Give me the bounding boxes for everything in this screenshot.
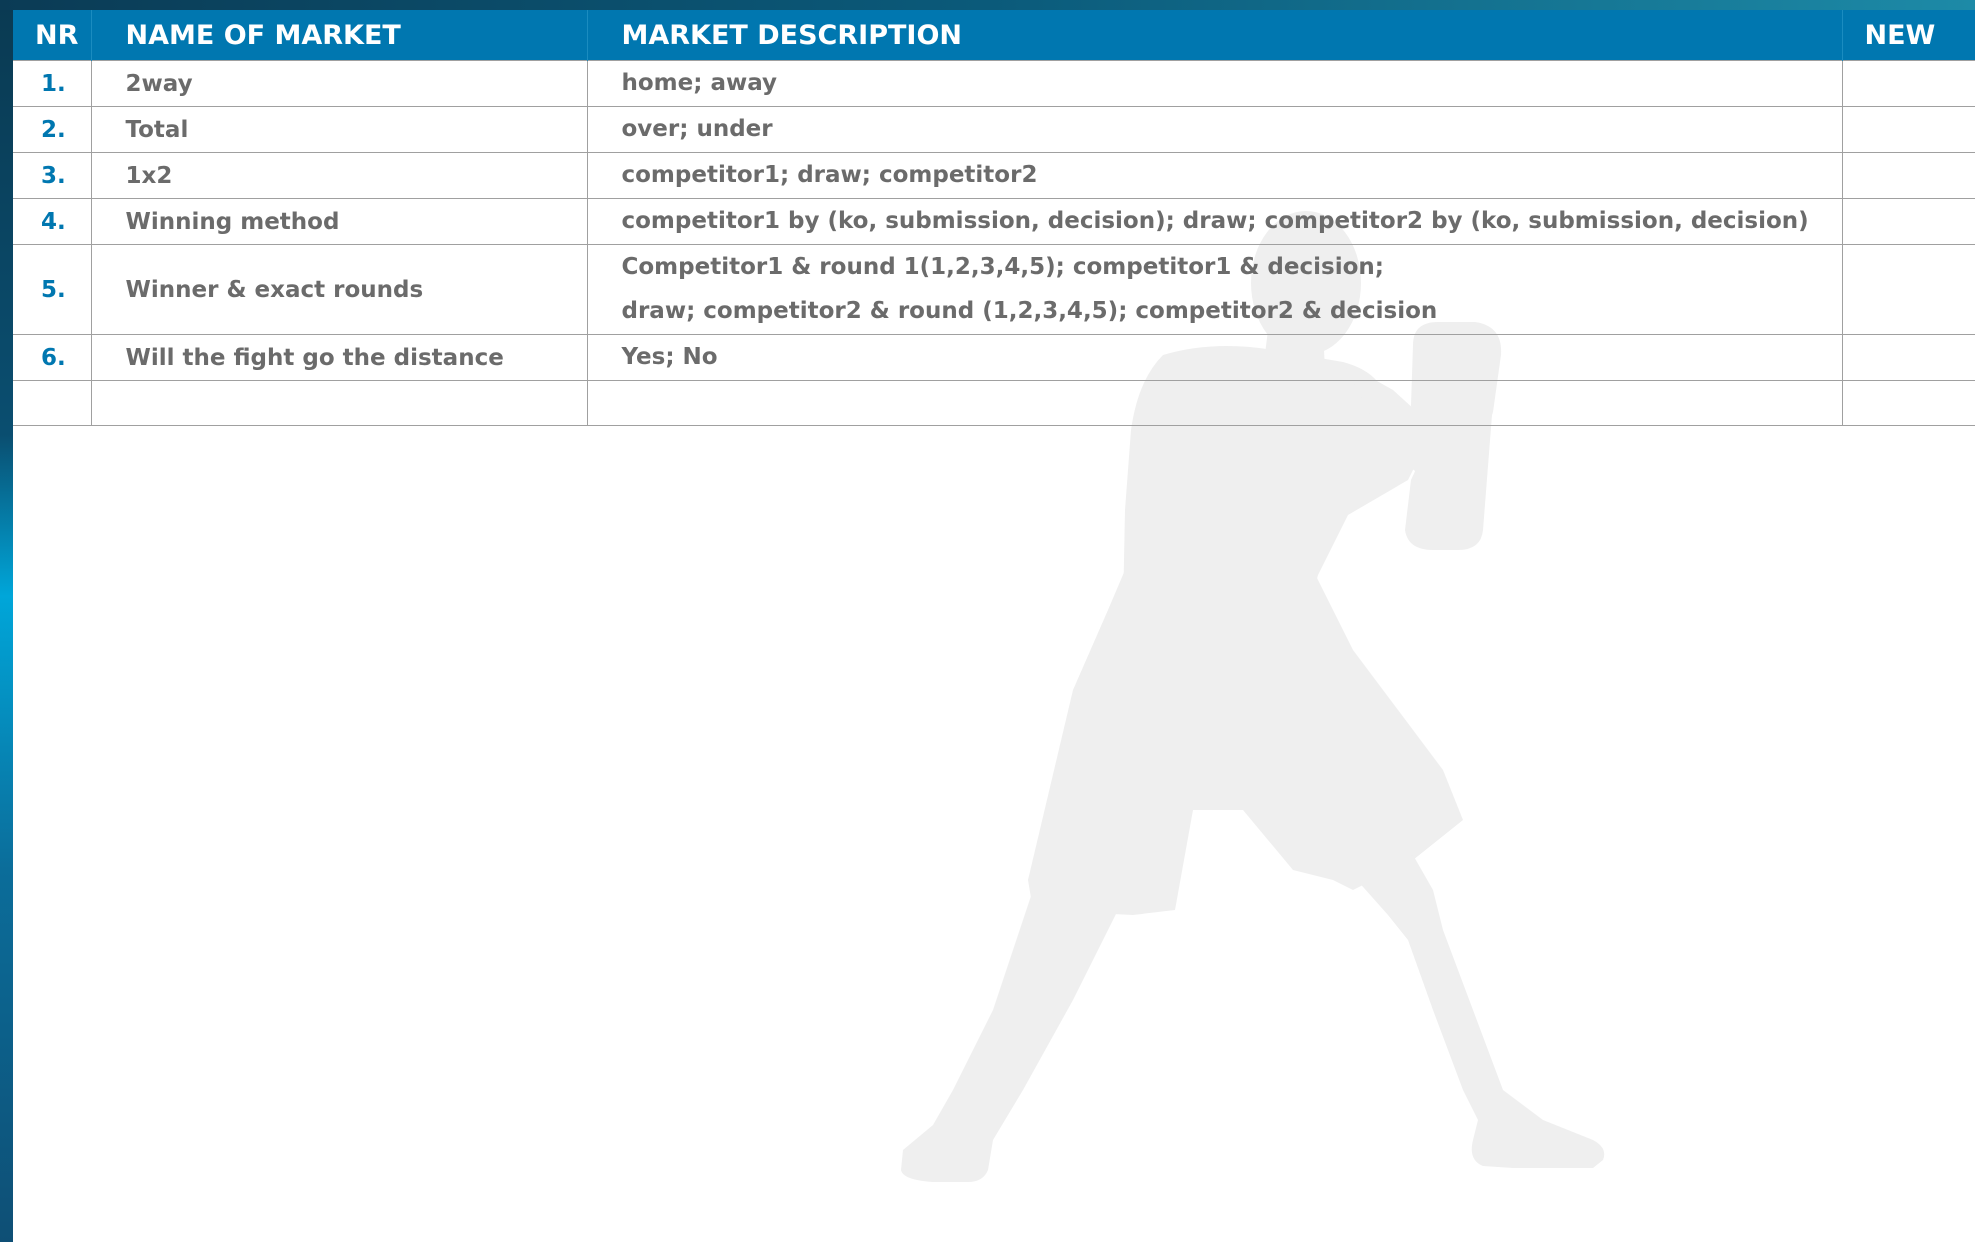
- market-description: over; under: [586, 106, 1842, 153]
- empty-table-area: [13, 380, 1975, 426]
- header-new: NEW: [1841, 10, 1975, 61]
- new-flag-cell: [1841, 198, 1975, 245]
- row-number: 3.: [13, 152, 91, 199]
- table-row: 6. Will the fight go the distance Yes; N…: [13, 334, 1975, 381]
- top-strip: [0, 0, 1975, 10]
- new-flag-cell: [1841, 152, 1975, 199]
- description-line: competitor1 by (ko, submission, decision…: [621, 208, 1809, 234]
- market-name: 2way: [90, 60, 587, 107]
- market-name: Winner & exact rounds: [90, 244, 587, 335]
- description-line: competitor1; draw; competitor2: [621, 162, 1038, 188]
- header-nr: NR: [13, 10, 91, 61]
- market-name-text: Winner & exact rounds: [125, 276, 424, 303]
- market-name: Winning method: [90, 198, 587, 245]
- table-row: 4. Winning method competitor1 by (ko, su…: [13, 198, 1975, 245]
- row-number-text: 5.: [41, 276, 66, 303]
- header-name-of-market: NAME OF MARKET: [90, 10, 587, 61]
- table-header-row: NR NAME OF MARKET MARKET DESCRIPTION NEW: [13, 10, 1975, 61]
- new-flag-cell: [1841, 334, 1975, 381]
- market-description: Yes; No: [586, 334, 1842, 381]
- table-row: 1. 2way home; away: [13, 60, 1975, 107]
- row-number: 5.: [13, 244, 91, 335]
- markets-table: NR NAME OF MARKET MARKET DESCRIPTION NEW…: [13, 10, 1975, 426]
- market-sheet: NR NAME OF MARKET MARKET DESCRIPTION NEW…: [13, 10, 1975, 1242]
- market-description: competitor1 by (ko, submission, decision…: [586, 198, 1842, 245]
- row-number: 1.: [13, 60, 91, 107]
- description-line: draw; competitor2 & round (1,2,3,4,5); c…: [621, 298, 1438, 324]
- description-line: Yes; No: [621, 344, 718, 370]
- description-line: home; away: [621, 70, 778, 96]
- empty-cell: [1841, 380, 1975, 426]
- table-row: 5. Winner & exact rounds Competitor1 & r…: [13, 244, 1975, 335]
- row-number: 4.: [13, 198, 91, 245]
- new-flag-cell: [1841, 60, 1975, 107]
- empty-cell: [586, 380, 1842, 426]
- market-description: competitor1; draw; competitor2: [586, 152, 1842, 199]
- description-line: Competitor1 & round 1(1,2,3,4,5); compet…: [621, 254, 1384, 280]
- header-market-description: MARKET DESCRIPTION: [586, 10, 1842, 61]
- market-description: home; away: [586, 60, 1842, 107]
- table-row: 3. 1x2 competitor1; draw; competitor2: [13, 152, 1975, 199]
- empty-cell: [90, 380, 587, 426]
- market-name: Will the fight go the distance: [90, 334, 587, 381]
- row-number: 6.: [13, 334, 91, 381]
- new-flag-cell: [1841, 106, 1975, 153]
- market-description: Competitor1 & round 1(1,2,3,4,5); compet…: [586, 244, 1842, 335]
- description-line: over; under: [621, 116, 773, 142]
- empty-cell: [13, 380, 91, 426]
- table-row: 2. Total over; under: [13, 106, 1975, 153]
- new-flag-cell: [1841, 244, 1975, 335]
- market-name: 1x2: [90, 152, 587, 199]
- market-name: Total: [90, 106, 587, 153]
- row-number: 2.: [13, 106, 91, 153]
